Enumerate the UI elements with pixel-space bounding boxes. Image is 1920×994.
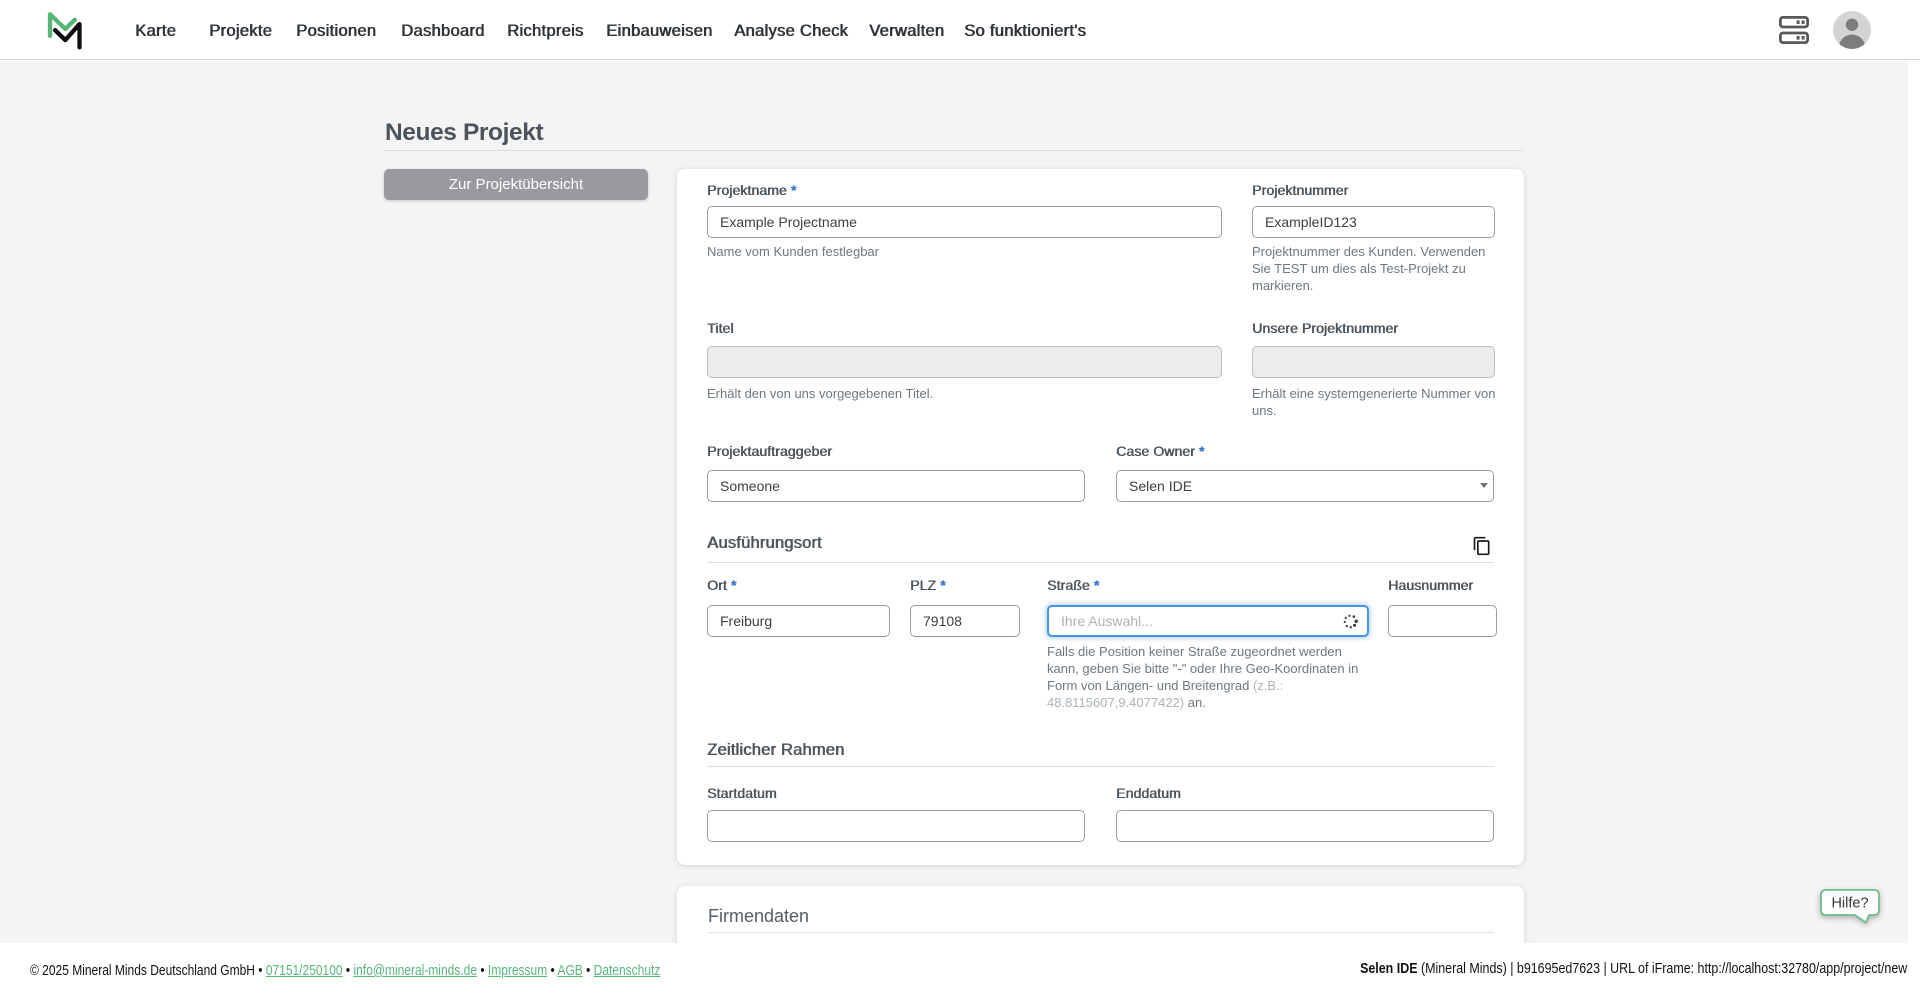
svg-text:Hilfe?: Hilfe? (1831, 896, 1868, 912)
